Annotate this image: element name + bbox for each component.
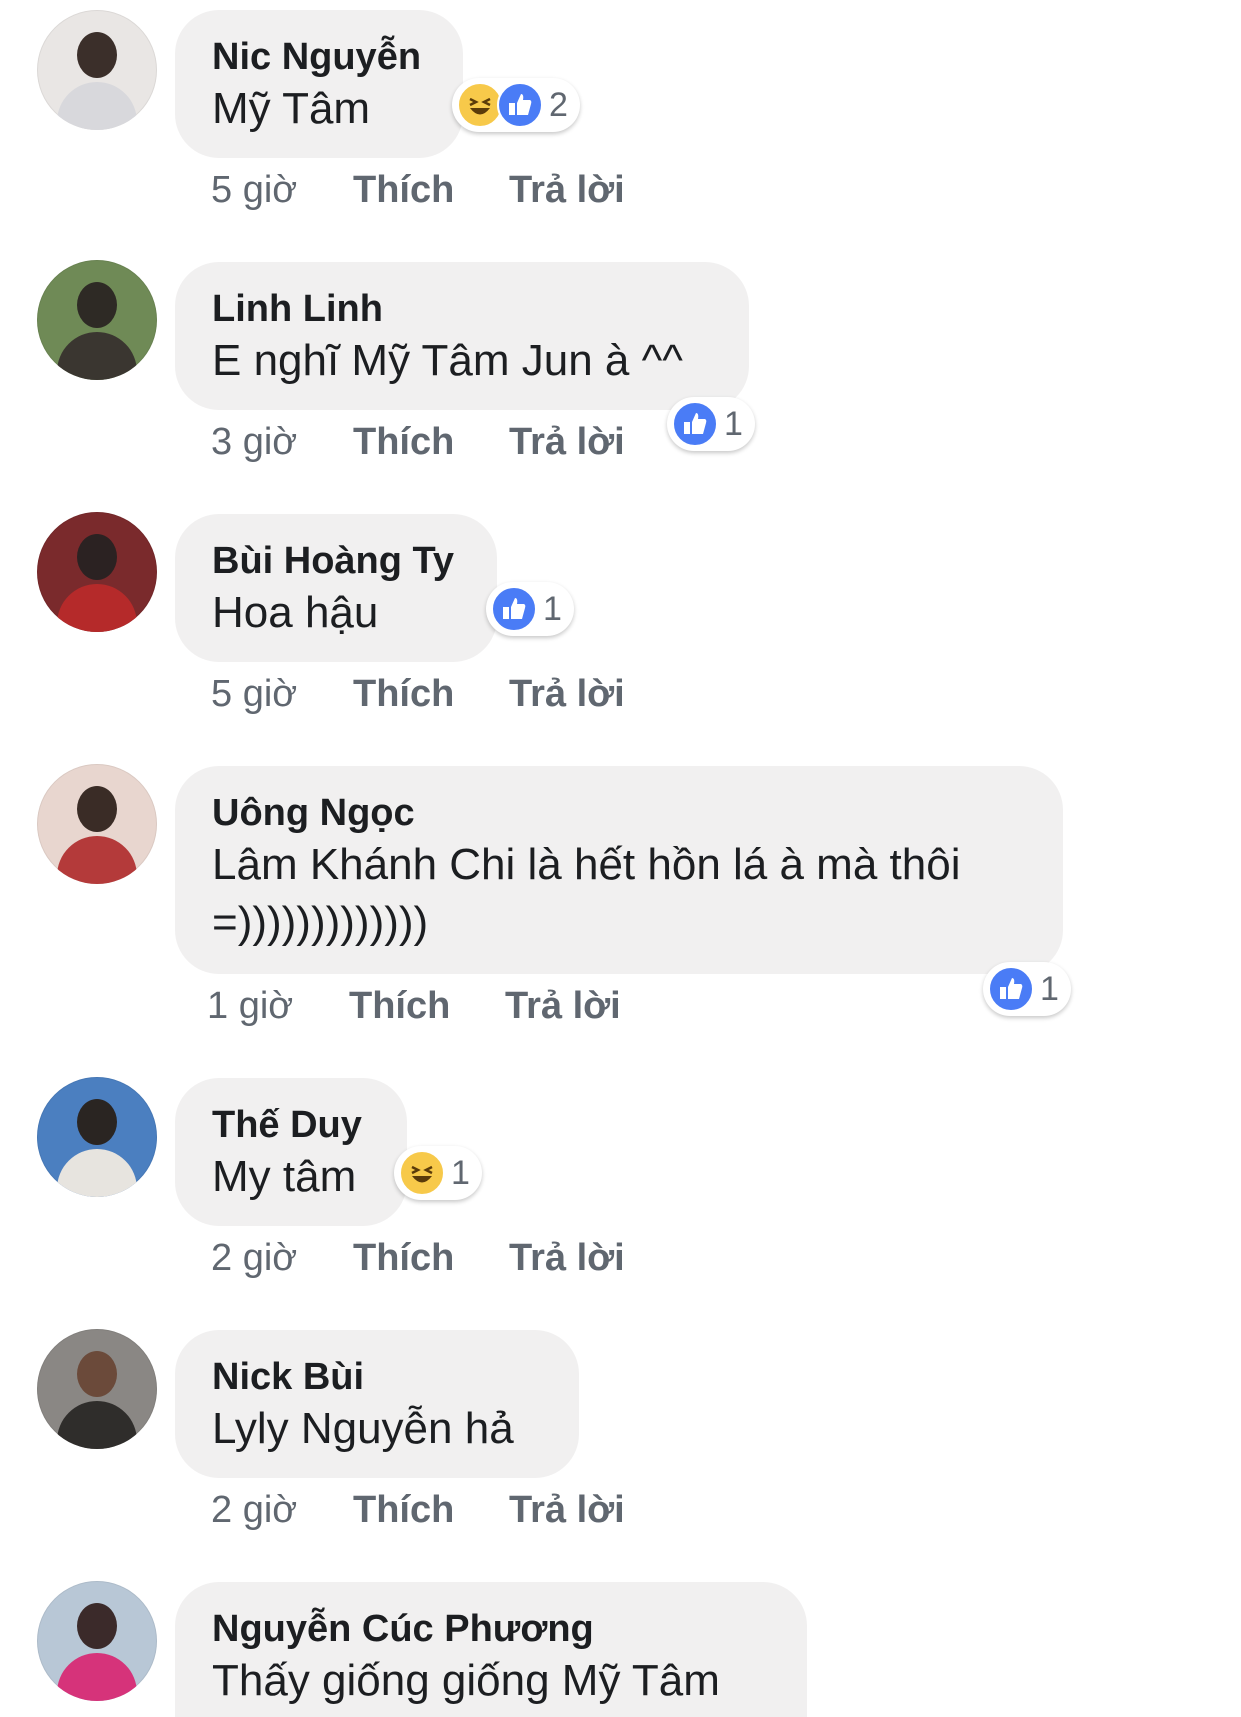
- avatar[interactable]: [37, 1077, 157, 1197]
- comment-text: Lyly Nguyễn hả: [212, 1404, 514, 1453]
- comment-actions: 2 giờ Thích Trả lời: [211, 1236, 625, 1280]
- comment-text: E nghĩ Mỹ Tâm Jun à ^^: [212, 336, 683, 385]
- avatar[interactable]: [37, 1329, 157, 1449]
- like-button[interactable]: Thích: [349, 984, 505, 1028]
- comment-author[interactable]: Uông Ngọc: [212, 790, 1027, 836]
- like-reaction-icon: [672, 401, 718, 447]
- like-button[interactable]: Thích: [353, 672, 509, 716]
- reaction-summary[interactable]: 2: [452, 78, 580, 132]
- reaction-summary[interactable]: 1: [486, 582, 574, 636]
- comment-author[interactable]: Linh Linh: [212, 286, 713, 332]
- reply-button[interactable]: Trả lời: [509, 672, 625, 716]
- comment-actions: 3 giờ Thích Trả lời: [211, 420, 625, 464]
- like-reaction-icon: [491, 586, 537, 632]
- comment-bubble: Bùi Hoàng Ty Hoa hậu: [175, 514, 497, 662]
- avatar[interactable]: [37, 1581, 157, 1701]
- comment-text: Lâm Khánh Chi là hết hồn lá à mà thôi: [212, 840, 961, 889]
- reply-button[interactable]: Trả lời: [509, 420, 625, 464]
- reaction-count: 1: [451, 1153, 470, 1192]
- like-button[interactable]: Thích: [353, 420, 509, 464]
- comment-time[interactable]: 5 giờ: [211, 672, 353, 716]
- comment-bubble: Nic Nguyễn Mỹ Tâm: [175, 10, 463, 158]
- comment-bubble: Nick Bùi Lyly Nguyễn hả: [175, 1330, 579, 1478]
- avatar[interactable]: [37, 10, 157, 130]
- reaction-summary[interactable]: 1: [983, 962, 1071, 1016]
- reaction-summary[interactable]: 1: [394, 1146, 482, 1200]
- comment-author[interactable]: Thế Duy: [212, 1102, 371, 1148]
- comment-author[interactable]: Bùi Hoàng Ty: [212, 538, 461, 584]
- like-reaction-icon: [988, 966, 1034, 1012]
- like-button[interactable]: Thích: [353, 1488, 509, 1532]
- reply-button[interactable]: Trả lời: [509, 168, 625, 212]
- reaction-summary[interactable]: 1: [667, 397, 755, 451]
- comment-time[interactable]: 3 giờ: [211, 420, 353, 464]
- avatar[interactable]: [37, 512, 157, 632]
- reply-button[interactable]: Trả lời: [509, 1236, 625, 1280]
- comment-actions: 1 giờ Thích Trả lời: [207, 984, 621, 1028]
- reaction-count: 1: [543, 589, 562, 628]
- comment-text-line: =))))))))))))): [212, 898, 429, 947]
- comment-bubble: Uông Ngọc Lâm Khánh Chi là hết hồn lá à …: [175, 766, 1063, 974]
- reaction-count: 1: [724, 404, 743, 443]
- like-button[interactable]: Thích: [353, 168, 509, 212]
- comment-author[interactable]: Nick Bùi: [212, 1354, 543, 1400]
- avatar[interactable]: [37, 764, 157, 884]
- like-button[interactable]: Thích: [353, 1236, 509, 1280]
- reaction-count: 1: [1040, 969, 1059, 1008]
- comment-actions: 5 giờ Thích Trả lời: [211, 168, 625, 212]
- comment-author[interactable]: Nic Nguyễn: [212, 34, 427, 80]
- comment-actions: 5 giờ Thích Trả lời: [211, 672, 625, 716]
- reaction-count: 2: [549, 85, 568, 124]
- comment-time[interactable]: 2 giờ: [211, 1236, 353, 1280]
- comment-text: Hoa hậu: [212, 588, 379, 637]
- comment-time[interactable]: 5 giờ: [211, 168, 353, 212]
- comment-time[interactable]: 1 giờ: [207, 984, 349, 1028]
- haha-reaction-icon: [399, 1150, 445, 1196]
- reply-button[interactable]: Trả lời: [509, 1488, 625, 1532]
- reply-button[interactable]: Trả lời: [505, 984, 621, 1028]
- comment-text: Thấy giống giống Mỹ Tâm: [212, 1656, 720, 1705]
- comment-bubble: Thế Duy My tâm: [175, 1078, 407, 1226]
- comment-bubble: Linh Linh E nghĩ Mỹ Tâm Jun à ^^: [175, 262, 749, 410]
- comment-time[interactable]: 2 giờ: [211, 1488, 353, 1532]
- comment-bubble: Nguyễn Cúc Phương Thấy giống giống Mỹ Tâ…: [175, 1582, 807, 1717]
- like-reaction-icon: [497, 82, 543, 128]
- comment-text: Mỹ Tâm: [212, 84, 371, 133]
- comment-actions: 2 giờ Thích Trả lời: [211, 1488, 625, 1532]
- avatar[interactable]: [37, 260, 157, 380]
- comment-text: My tâm: [212, 1152, 357, 1201]
- comment-author[interactable]: Nguyễn Cúc Phương: [212, 1606, 771, 1652]
